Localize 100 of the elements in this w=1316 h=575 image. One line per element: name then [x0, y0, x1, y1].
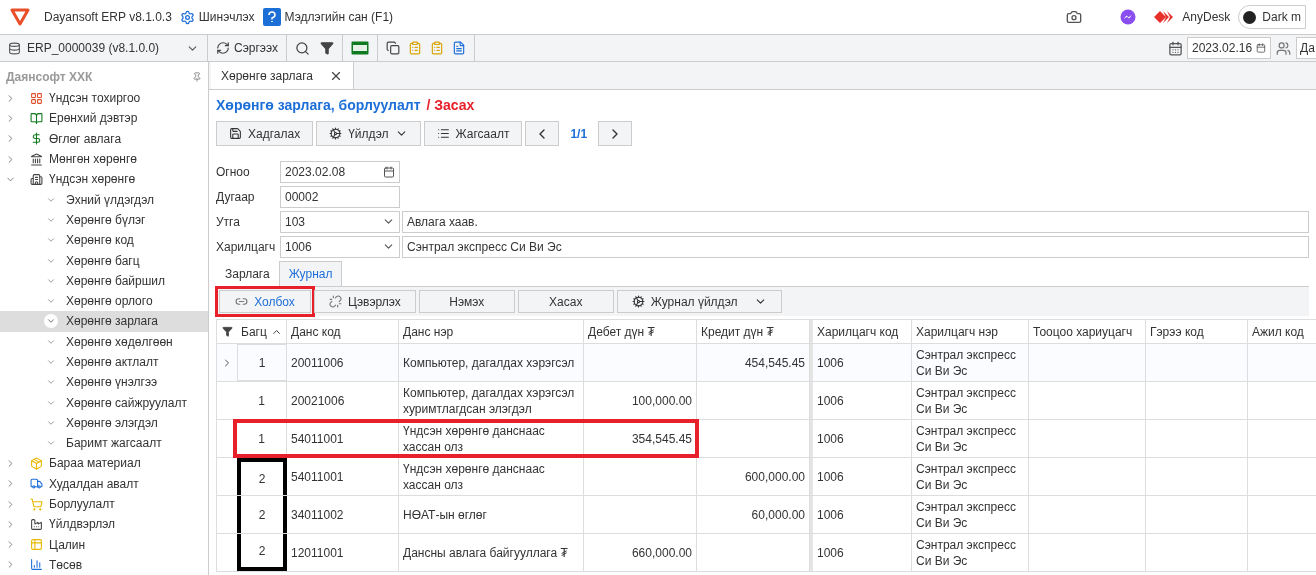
refresh-button[interactable]: Сэргээх [208, 35, 287, 61]
calendar-icon[interactable] [1168, 40, 1183, 56]
table-cell: 1 [237, 382, 287, 419]
pin-icon[interactable] [192, 72, 202, 82]
select-field[interactable]: 103 [280, 210, 400, 233]
field-label: Огноо [216, 163, 251, 181]
date-field[interactable]: 2023.02.08 [280, 160, 400, 183]
table-row[interactable]: 2 12011001 Дансны авлага байгууллага ₮ 660,000.00 1006 Сэнтрал экспресс Си Ви Эс [217, 534, 1316, 572]
column-header[interactable]: Тооцоо хариуцагч [1029, 320, 1146, 343]
dark-mode-toggle[interactable]: Dark m [1238, 5, 1306, 29]
tree-item[interactable]: Хөрөнгө актлалт [0, 351, 208, 373]
database-select[interactable]: ERP_0000039 (v8.1.0.0) [0, 35, 208, 61]
app-title: Dayansoft ERP v8.1.0.3 [44, 9, 172, 26]
toolbar-button[interactable]: Үйлдэл [316, 121, 421, 146]
tree-item[interactable]: Ерөнхий дэвтэр [0, 108, 208, 129]
next-button[interactable] [598, 121, 633, 146]
toolbar-button[interactable]: Цэвэрлэх [314, 290, 416, 313]
tab[interactable]: Зарлага [216, 261, 279, 286]
grid-icon [30, 91, 43, 105]
toolbar-button[interactable]: Нэмэх [418, 290, 515, 313]
previous-button[interactable] [525, 121, 560, 146]
description-field[interactable]: Сэнтрал экспресс Си Ви Эс [402, 235, 1309, 258]
calendar-icon [1256, 42, 1266, 54]
table-cell: Сэнтрал экспресс Си Ви Эс [912, 382, 1029, 419]
tree-item[interactable]: Хөрөнгө сайжруулалт [0, 392, 208, 413]
filter-icon[interactable] [319, 41, 334, 55]
column-header[interactable]: Кредит дүн ₮ [697, 320, 810, 343]
table-cell: Үндсэн хөрөнгө данснаас хассан олз [399, 458, 584, 495]
tree-item[interactable]: Үйлдвэрлэл [0, 514, 208, 535]
tree-item[interactable]: Хөрөнгө үнэлгээ [0, 372, 208, 393]
tree-item[interactable]: Хөрөнгө зарлага [0, 311, 208, 332]
tree-item[interactable]: Хөрөнгө бүлэг [0, 209, 208, 231]
user-select[interactable]: Да [1296, 37, 1316, 59]
table-row[interactable]: 1 20021006 Компьютер, дагалдах хэрэгсэл хуримтлагдсан элэгдэл 100,000.00 1006 Сэнтрал экспресс Си Ви Эс [217, 382, 1316, 420]
tree-item[interactable]: Мөнгөн хөрөнгө [0, 148, 208, 170]
tab[interactable]: Журнал [278, 261, 343, 286]
table-row[interactable]: 2 34011002 НӨАТ-ын өглөг 60,000.00 1006 Сэнтрал экспресс Си Ви Эс [217, 496, 1316, 534]
table-cell: Үндсэн хөрөнгө данснаас хассан олз [399, 420, 584, 457]
tree-item[interactable]: Хөрөнгө хөдөлгөөн [0, 331, 208, 352]
table-cell: НӨАТ-ын өглөг [399, 496, 584, 533]
copy-icon[interactable] [385, 41, 400, 55]
mode-label: / Засах [426, 95, 475, 115]
tree-item[interactable]: Өглөг авлага [0, 128, 208, 149]
tree-item[interactable]: Үндсэн хөрөнгө [0, 169, 208, 190]
description-field[interactable]: Авлага хаав. [402, 210, 1309, 233]
table-row[interactable]: 1 54011001 Үндсэн хөрөнгө данснаас хассан олз 354,545.45 1006 Сэнтрал экспресс Си Ви Эс [217, 420, 1316, 458]
select-field[interactable]: 1006 [280, 235, 400, 258]
column-header[interactable]: Данс код [287, 320, 399, 343]
toolbar-button[interactable]: Хасах [517, 290, 614, 313]
table-cell: Сэнтрал экспресс Си Ви Эс [912, 496, 1029, 533]
messenger-icon[interactable] [1120, 9, 1137, 25]
table-cell: 12011001 [287, 534, 399, 571]
column-header[interactable]: Багц [237, 320, 287, 343]
users-icon[interactable] [1276, 40, 1291, 56]
tree-item[interactable]: Бараа материал [0, 453, 208, 474]
tree-item[interactable]: Төсөв [0, 554, 208, 575]
tree-item[interactable]: Хөрөнгө орлого [0, 290, 208, 312]
header-link[interactable]: Мэдлэгийн сан (F1) [262, 8, 394, 26]
column-header[interactable]: Данс нэр [399, 320, 584, 343]
spreadsheet-icon[interactable] [350, 41, 369, 55]
column-header[interactable]: Ажил код [1248, 320, 1316, 343]
table-cell: 60,000.00 [697, 496, 810, 533]
column-header[interactable]: Гэрээ код [1146, 320, 1248, 343]
header-link[interactable]: Шинэчлэх [179, 8, 255, 26]
tree-item[interactable]: Хөрөнгө элэгдэл [0, 412, 208, 434]
input-field[interactable]: 00002 [280, 185, 400, 208]
clipboard-icon[interactable] [407, 41, 422, 55]
table-cell: 54011001 [287, 420, 399, 457]
column-header[interactable]: Дебет дүн ₮ [584, 320, 697, 343]
document-icon[interactable] [451, 41, 466, 55]
logo-icon [10, 8, 30, 26]
tree-item[interactable]: Хөрөнгө код [0, 230, 208, 251]
table-cell: Сэнтрал экспресс Си Ви Эс [912, 458, 1029, 495]
tree-item[interactable]: Борлуулалт [0, 493, 208, 515]
table-row[interactable]: 2 54011001 Үндсэн хөрөнгө данснаас хассан олз 600,000.00 1006 Сэнтрал экспресс Си Ви Эс [217, 458, 1316, 496]
remote-app-label[interactable]: AnyDesk [1182, 8, 1231, 26]
book-icon [30, 111, 43, 125]
toolbar-button[interactable]: Хадгалах [216, 121, 314, 146]
chevron-down-icon [46, 357, 56, 367]
diamond-logo-icon[interactable] [1154, 10, 1175, 24]
toolbar-button[interactable]: Журнал үйлдэл [616, 290, 782, 313]
toolbar-button[interactable]: Жагсаалт [423, 121, 523, 146]
table-row[interactable]: 1 20011006 Компьютер, дагалдах хэрэгсэл 454,545.45 1006 Сэнтрал экспресс Си Ви Эс [217, 344, 1316, 382]
date-field[interactable]: 2023.02.16 [1187, 37, 1271, 59]
search-icon[interactable] [294, 40, 310, 56]
tree-item[interactable]: Хөрөнгө багц [0, 250, 208, 271]
table-cell: 354,545.45 [584, 420, 697, 457]
document-tab[interactable]: Хөрөнгө зарлага [211, 62, 354, 89]
save-icon [229, 127, 242, 140]
tree-item[interactable]: Үндсэн тохиргоо [0, 88, 208, 109]
tree-item[interactable]: Цалин [0, 534, 208, 555]
tree-item[interactable]: Хөрөнгө байршил [0, 270, 208, 291]
column-header[interactable]: Харилцагч нэр [912, 320, 1029, 343]
tree-item[interactable]: Худалдан авалт [0, 473, 208, 494]
camera-icon[interactable] [1066, 9, 1083, 25]
clipboard-icon[interactable] [429, 41, 444, 55]
unlink-icon [329, 295, 342, 308]
tree-item[interactable]: Эхний үлдэгдэл [0, 189, 208, 210]
filter-icon[interactable] [221, 326, 233, 337]
tree-item[interactable]: Баримт жагсаалт [0, 433, 208, 454]
